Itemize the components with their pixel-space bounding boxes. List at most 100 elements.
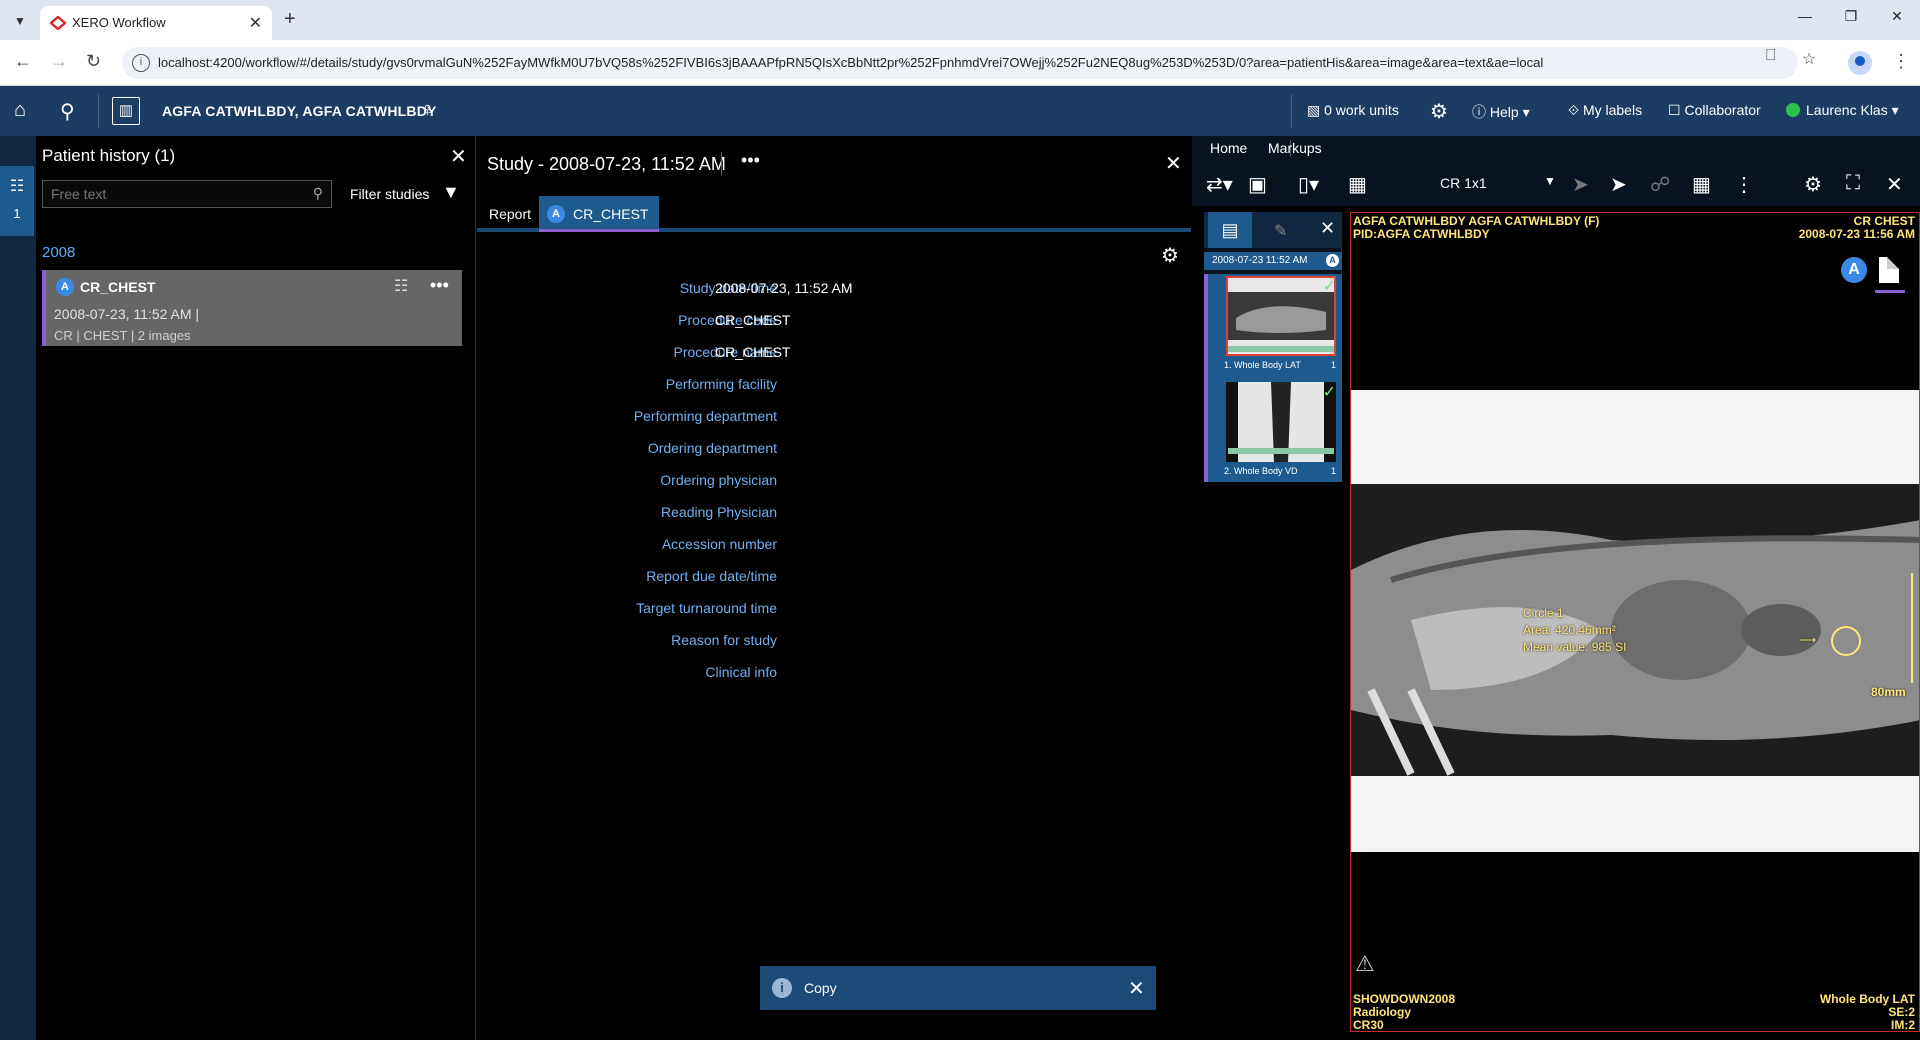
thumbnail-image [1226,276,1336,356]
toast-label: Copy [804,980,837,996]
xray-image [1351,390,1919,852]
more-options-icon[interactable]: ••• [741,150,760,171]
lateral-xray-thumbnail [1228,278,1334,354]
my-labels-button[interactable]: ⟐ My labels [1568,102,1642,119]
thumbnail-item[interactable]: ✓ 2. Whole Body VD 1 [1204,380,1342,482]
work-units-button[interactable]: ▧ 0 work units [1307,102,1399,119]
patient-history-rail-button[interactable]: ☷ 1 [0,166,34,236]
fullscreen-icon[interactable]: ⛶ [1846,172,1860,195]
minimize-icon[interactable]: — [1782,8,1828,24]
study-tabs: Report A CR_CHEST [477,196,1191,232]
new-tab-icon[interactable]: + [284,8,296,31]
hanging-protocol-icon[interactable]: ▦ [1348,172,1367,197]
link-series-icon[interactable]: ☍ [1650,172,1670,197]
ruler-label: 80mm [1871,685,1906,699]
study-badge: A [56,278,74,296]
browser-tab[interactable]: XERO Workflow ✕ [40,6,272,40]
reload-icon[interactable]: ↻ [86,51,101,72]
field-value: 2008-07-23, 11:52 AM [715,280,853,296]
close-toast-icon[interactable]: ✕ [1128,976,1145,1001]
forward-icon[interactable]: → [50,51,68,72]
work-units-label: 0 work units [1324,102,1399,118]
field-row: Study date/time 2008-07-23, 11:52 AM [477,280,1191,300]
document-icon[interactable] [1879,257,1899,283]
rail-count: 1 [13,206,21,221]
thumbnail-item[interactable]: ✓ 1. Whole Body LAT 1 [1204,274,1342,380]
user-menu-button[interactable]: Laurenc Klas ▾ [1786,102,1899,119]
next-icon[interactable]: ➤ [1610,172,1627,197]
close-tab-icon[interactable]: ✕ [249,13,262,33]
settings-gear-icon[interactable]: ⚙ [1430,99,1448,124]
chevron-down-icon[interactable]: ▼ [1544,174,1556,188]
field-label: Clinical info [705,664,777,680]
thumbnail-label: 1. Whole Body LAT [1224,360,1301,370]
field-row: Clinical info [477,664,1191,684]
lateral-xray [1351,390,1919,852]
restore-icon[interactable]: ❐ [1828,8,1874,25]
image-adjust-icon[interactable]: ▣ [1248,172,1267,197]
study-title: Study - 2008-07-23, 11:52 AM [487,154,726,174]
study-card[interactable]: A CR_CHEST ☷ ••• 2008-07-23, 11:52 AM | … [42,270,462,346]
thumbnail-date-row[interactable]: 2008-07-23 11:52 AM A [1204,252,1342,270]
close-viewer-icon[interactable]: ✕ [1886,172,1903,197]
collaborator-button[interactable]: ☐ Collaborator [1668,102,1761,119]
previous-icon[interactable]: ➤ [1572,172,1589,197]
grid-config-icon[interactable]: ▦ [1692,172,1711,197]
thumbnail-count: 1 [1330,360,1336,370]
search-icon[interactable]: ⚲ [60,99,75,124]
thumbnails-tab-icon[interactable]: ▤ [1208,212,1252,248]
search-input[interactable] [43,181,293,207]
chrome-menu-icon[interactable]: ⋮ [1892,51,1910,72]
browser-tab-bar: ▼ XERO Workflow ✕ + — ❐ ✕ [0,0,1920,40]
home-icon[interactable]: ⌂ [14,99,26,122]
back-icon[interactable]: ← [14,51,32,72]
site-info-icon[interactable]: i [132,54,150,72]
url-field[interactable]: i localhost:4200/workflow/#/details/stud… [122,47,1798,79]
viewer-toolbar: ⇄▾ ▣ ▯▾ ▦ CR 1x1 ▼ ➤ ➤ ☍ ▦ ⋮ ⚙ ⛶ ✕ [1192,160,1920,206]
close-thumbnails-icon[interactable]: ✕ [1320,218,1335,239]
chrome-profile-icon[interactable] [1848,51,1872,75]
more-options-icon[interactable]: ••• [430,275,449,296]
study-badge: A [547,205,565,223]
more-vertical-icon[interactable]: ⋮ [1734,172,1754,197]
field-row: Report due date/time [477,568,1191,588]
layout-selector[interactable]: CR 1x1 [1440,175,1487,191]
field-label: Reading Physician [661,504,777,520]
close-history-icon[interactable]: ✕ [450,144,467,169]
help-button[interactable]: ⓘ Help ▾ [1472,102,1530,122]
warning-icon[interactable]: ⚠ [1355,951,1375,977]
panel-title: Patient history (1) [42,146,176,165]
close-window-icon[interactable]: ✕ [1874,8,1920,25]
radiograph-icon[interactable]: ☷ [394,276,408,296]
my-labels-label: My labels [1582,102,1643,118]
tools-tab-icon[interactable]: ✎ [1274,221,1287,241]
viewed-check-icon: ✓ [1322,278,1336,295]
study-meta: CR | CHEST | 2 images [54,328,191,343]
close-study-icon[interactable]: ✕ [1165,151,1182,176]
series-layout-icon[interactable]: ▯▾ [1298,172,1319,197]
field-label: Target turnaround time [636,600,777,616]
tab-search-chevron-icon[interactable]: ▼ [8,9,32,33]
tab-cr-chest[interactable]: A CR_CHEST [539,196,659,232]
filter-studies-label[interactable]: Filter studies [350,186,429,202]
study-badge[interactable]: A [1841,257,1867,283]
viewer-settings-icon[interactable]: ⚙ [1804,172,1822,197]
menu-markups[interactable]: Markups [1268,140,1322,156]
filter-icon[interactable]: ▼ [442,182,460,203]
sync-icon[interactable]: ⇄▾ [1206,172,1233,197]
image-viewport[interactable]: AGFA CATWHLBDY AGFA CATWHLBDY (F) PID:AG… [1350,212,1920,1032]
female-sex-icon: ♀ [420,99,435,121]
search-icon[interactable]: ⚲ [313,185,323,202]
search-field: ⚲ [42,180,332,208]
patient-card-icon[interactable]: ▥ [112,97,140,125]
info-icon: i [772,978,792,998]
tab-report[interactable]: Report [489,206,531,222]
radiograph-icon: ☷ [9,178,25,195]
menu-home[interactable]: Home [1210,140,1247,156]
install-app-icon[interactable]: ⎕ [1766,47,1776,65]
field-label: Reason for study [671,632,777,648]
overlay-pid: PID:AGFA CATWHLBDY [1353,227,1490,241]
bookmark-star-icon[interactable]: ☆ [1802,49,1816,69]
circle-annotation[interactable] [1831,626,1861,656]
settings-gear-icon[interactable]: ⚙ [1161,243,1179,268]
